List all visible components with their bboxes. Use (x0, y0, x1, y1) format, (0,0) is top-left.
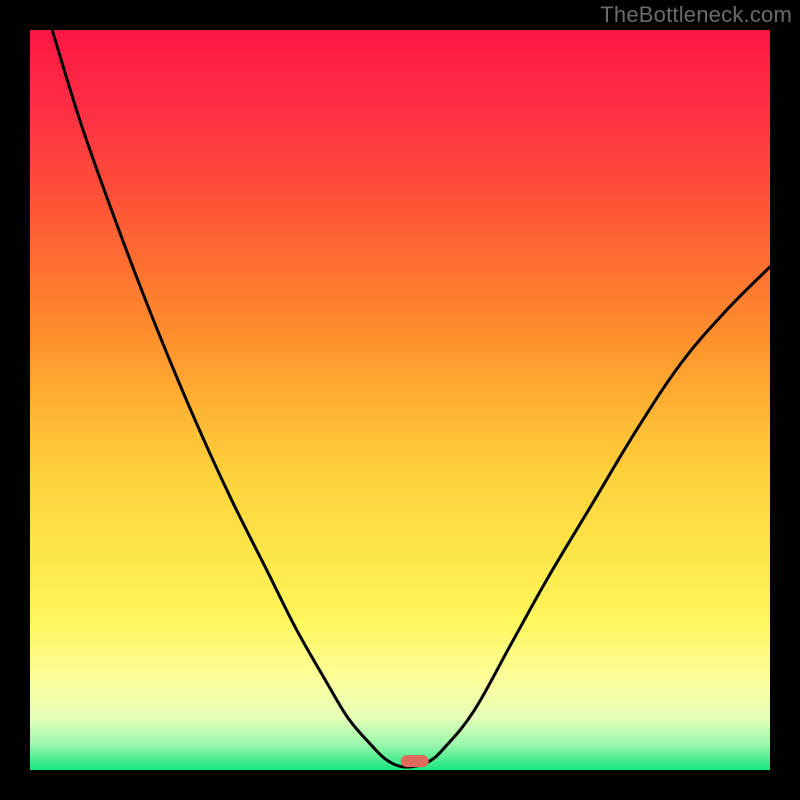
chart-frame: TheBottleneck.com (0, 0, 800, 800)
plot-area (30, 30, 770, 770)
bottleneck-curve (52, 30, 770, 767)
watermark-text: TheBottleneck.com (600, 2, 792, 28)
optimum-marker (401, 755, 429, 767)
curve-layer (30, 30, 770, 770)
